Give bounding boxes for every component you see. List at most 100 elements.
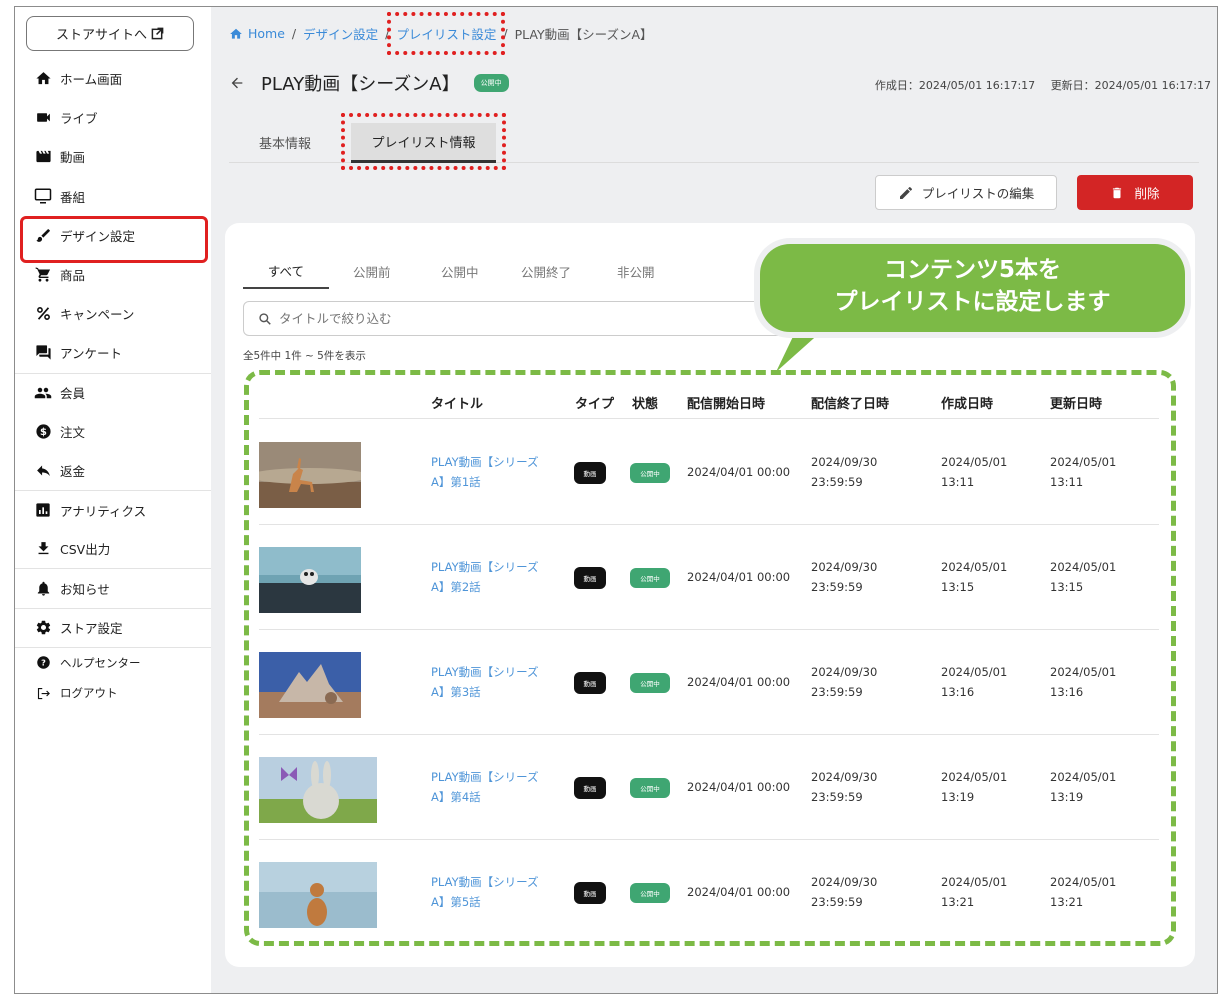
logout-label: ログアウト <box>60 686 118 701</box>
breadcrumb-home[interactable]: Home <box>248 26 285 41</box>
end-date: 2024/09/30 <box>811 665 878 679</box>
thumbnail-image[interactable] <box>259 547 361 613</box>
clapperboard-icon <box>34 148 52 166</box>
created-date: 作成日：2024/05/01 16:17:17 <box>874 79 1036 92</box>
filter-tab-private[interactable]: 非公開 <box>617 253 655 289</box>
sidebar-item-label: ライブ <box>60 111 98 127</box>
col-title: タイトル <box>431 397 484 412</box>
sidebar-item-members[interactable]: 会員 <box>15 372 211 412</box>
filter-tab-public[interactable]: 公開中 <box>441 253 479 289</box>
filter-tab-all[interactable]: すべて <box>243 253 329 289</box>
end-datetime: 2024/09/30 23:59:59 <box>811 872 877 912</box>
end-date: 2024/09/30 <box>811 455 878 469</box>
table-row[interactable]: PLAY動画【シリーズ A】第2話 動画 公開中 2024/04/01 00:0… <box>259 525 1159 630</box>
analytics-icon <box>34 501 52 519</box>
sidebar-item-video[interactable]: 動画 <box>15 137 211 176</box>
back-arrow-icon[interactable] <box>229 75 245 91</box>
updated-time: 13:19 <box>1050 790 1084 804</box>
created-datetime: 2024/05/01 13:15 <box>941 557 1007 597</box>
sidebar-item-analytics[interactable]: アナリティクス <box>15 490 211 529</box>
title-row: PLAY動画【シーズンA】 公開中 <box>229 70 509 96</box>
row-title-link[interactable]: PLAY動画【シリーズ A】第4話 <box>431 767 551 807</box>
breadcrumb-design[interactable]: デザイン設定 <box>303 24 378 43</box>
updated-time: 13:16 <box>1050 685 1084 699</box>
col-updated: 更新日時 <box>1050 397 1103 412</box>
main-content: Home / デザイン設定 / プレイリスト設定 / PLAY動画【シーズンA】… <box>211 7 1217 993</box>
updated-date: 2024/05/01 <box>1050 875 1117 889</box>
sidebar-item-csv[interactable]: CSV出力 <box>15 529 211 568</box>
edit-playlist-label: プレイリストの編集 <box>921 186 1035 201</box>
sidebar-item-label: 商品 <box>60 268 86 284</box>
table-row[interactable]: PLAY動画【シリーズ A】第1話 動画 公開中 2024/04/01 00:0… <box>259 420 1159 525</box>
thumbnail-image[interactable] <box>259 862 377 928</box>
row-title-line: PLAY動画【シリーズ <box>431 665 539 679</box>
table-row[interactable]: PLAY動画【シリーズ A】第4話 動画 公開中 2024/04/01 00:0… <box>259 735 1159 840</box>
tab-playlist-info[interactable]: プレイリスト情報 <box>341 113 506 170</box>
sidebar-item-logout[interactable]: ログアウト <box>15 678 211 709</box>
thumbnail-image[interactable] <box>259 442 361 508</box>
sidebar-item-notice[interactable]: お知らせ <box>15 568 211 607</box>
pencil-icon <box>899 186 912 199</box>
search-field[interactable] <box>243 301 803 336</box>
search-input[interactable] <box>279 311 759 326</box>
sidebar-item-label: アンケート <box>60 346 123 362</box>
row-title-link[interactable]: PLAY動画【シリーズ A】第3話 <box>431 662 551 702</box>
row-title-link[interactable]: PLAY動画【シリーズ A】第2話 <box>431 557 551 597</box>
sidebar-item-campaign[interactable]: キャンペーン <box>15 294 211 333</box>
end-time: 23:59:59 <box>811 790 863 804</box>
sidebar-item-survey[interactable]: アンケート <box>15 333 211 372</box>
sidebar-item-design[interactable]: デザイン設定 <box>15 215 211 263</box>
created-time: 13:11 <box>941 475 975 489</box>
edit-playlist-button[interactable]: プレイリストの編集 <box>875 175 1057 210</box>
state-badge: 公開中 <box>630 463 670 483</box>
updated-date: 2024/05/01 <box>1050 665 1117 679</box>
filter-tab-ended[interactable]: 公開終了 <box>521 253 571 289</box>
sidebar-item-orders[interactable]: $ 注文 <box>15 412 211 451</box>
download-icon <box>34 540 52 558</box>
updated-time: 13:21 <box>1050 895 1084 909</box>
end-time: 23:59:59 <box>811 475 863 489</box>
sidebar-item-program[interactable]: 番組 <box>15 177 211 216</box>
store-site-button[interactable]: ストアサイトへ <box>26 16 194 51</box>
sidebar-item-home[interactable]: ホーム画面 <box>15 59 211 98</box>
created-time: 13:19 <box>941 790 975 804</box>
filter-tab-before[interactable]: 公開前 <box>353 253 391 289</box>
sidebar-item-label: 動画 <box>60 150 86 166</box>
sidebar-item-store-settings[interactable]: ストア設定 <box>15 607 211 647</box>
external-link-icon <box>151 27 164 40</box>
table-row[interactable]: PLAY動画【シリーズ A】第5話 動画 公開中 2024/04/01 00:0… <box>259 840 1159 945</box>
table-row[interactable]: PLAY動画【シリーズ A】第3話 動画 公開中 2024/04/01 00:0… <box>259 630 1159 735</box>
sidebar-item-help[interactable]: ? ヘルプセンター <box>15 646 211 678</box>
sidebar-item-live[interactable]: ライブ <box>15 98 211 137</box>
updated-date: 2024/05/01 <box>1050 560 1117 574</box>
state-badge: 公開中 <box>630 673 670 693</box>
row-title-link[interactable]: PLAY動画【シリーズ A】第1話 <box>431 452 551 492</box>
gear-icon <box>34 619 52 637</box>
created-date: 2024/05/01 <box>941 665 1008 679</box>
thumbnail-image[interactable] <box>259 757 377 823</box>
help-icon: ? <box>34 654 52 672</box>
state-badge: 公開中 <box>630 778 670 798</box>
tab-basic-info[interactable]: 基本情報 <box>259 123 311 161</box>
people-icon <box>34 384 52 402</box>
video-camera-icon <box>34 109 52 127</box>
row-title-line: PLAY動画【シリーズ <box>431 560 539 574</box>
updated-datetime: 2024/05/01 13:21 <box>1050 872 1116 912</box>
updated-time: 13:11 <box>1050 475 1084 489</box>
filter-tabs: すべて 公開前 公開中 公開終了 非公開 <box>243 253 803 289</box>
breadcrumb-playlist[interactable]: プレイリスト設定 <box>387 12 506 55</box>
home-icon <box>34 70 52 88</box>
created-datetime: 2024/05/01 13:16 <box>941 662 1007 702</box>
store-site-label: ストアサイトへ <box>55 28 147 43</box>
sidebar-item-products[interactable]: 商品 <box>15 255 211 294</box>
updated-date: 2024/05/01 <box>1050 770 1117 784</box>
created-time: 13:16 <box>941 685 975 699</box>
end-time: 23:59:59 <box>811 580 863 594</box>
thumbnail-image[interactable] <box>259 652 361 718</box>
col-type: タイプ <box>575 397 615 412</box>
updated-datetime: 2024/05/01 13:19 <box>1050 767 1116 807</box>
sidebar-item-refund[interactable]: 返金 <box>15 451 211 490</box>
state-badge: 公開中 <box>630 568 670 588</box>
delete-button[interactable]: 削除 <box>1077 175 1193 210</box>
row-title-link[interactable]: PLAY動画【シリーズ A】第5話 <box>431 872 551 912</box>
